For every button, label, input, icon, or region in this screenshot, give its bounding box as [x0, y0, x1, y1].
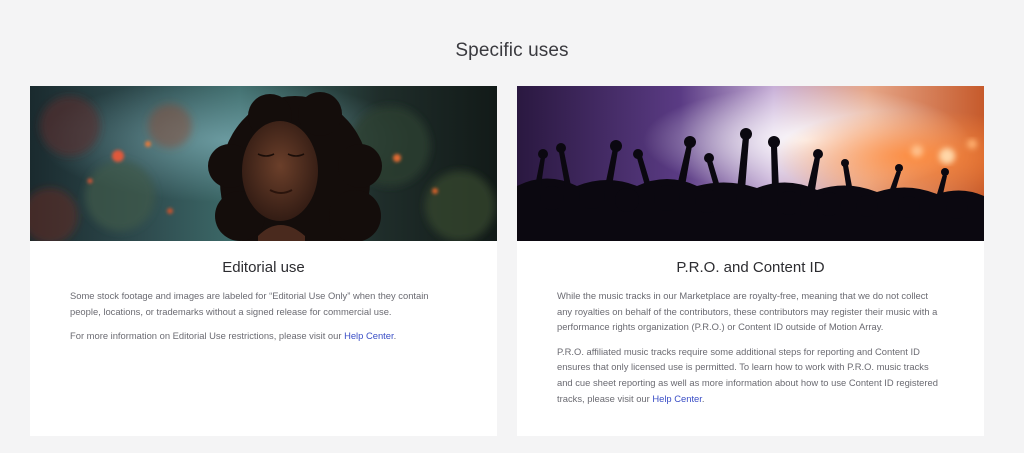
editorial-help-center-link[interactable]: Help Center	[344, 330, 394, 341]
pro-content-id-help-prefix: P.R.O. affiliated music tracks require s…	[557, 345, 938, 404]
editorial-use-body: Some stock footage and images are labele…	[30, 288, 497, 344]
pro-help-center-link[interactable]: Help Center	[652, 393, 702, 404]
pro-content-id-description: While the music tracks in our Marketplac…	[557, 290, 938, 333]
pro-content-id-image	[517, 86, 984, 241]
pro-content-id-body: While the music tracks in our Marketplac…	[517, 288, 984, 406]
editorial-use-card: Editorial use Some stock footage and ima…	[30, 86, 497, 436]
editorial-use-title: Editorial use	[222, 259, 305, 276]
editorial-use-image	[30, 86, 497, 241]
editorial-use-help-text: For more information on Editorial Use re…	[70, 328, 457, 344]
editorial-use-description: Some stock footage and images are labele…	[70, 290, 429, 317]
pro-content-id-help-suffix: .	[701, 392, 705, 404]
editorial-use-help-prefix: For more information on Editorial Use re…	[70, 330, 345, 342]
pro-content-id-help-text: P.R.O. affiliated music tracks require s…	[557, 344, 944, 406]
editorial-use-help-suffix: .	[393, 330, 397, 342]
section-title: Specific uses	[455, 40, 569, 61]
pro-content-id-title: P.R.O. and Content ID	[676, 259, 825, 276]
pro-content-id-card: P.R.O. and Content ID While the music tr…	[517, 86, 984, 436]
